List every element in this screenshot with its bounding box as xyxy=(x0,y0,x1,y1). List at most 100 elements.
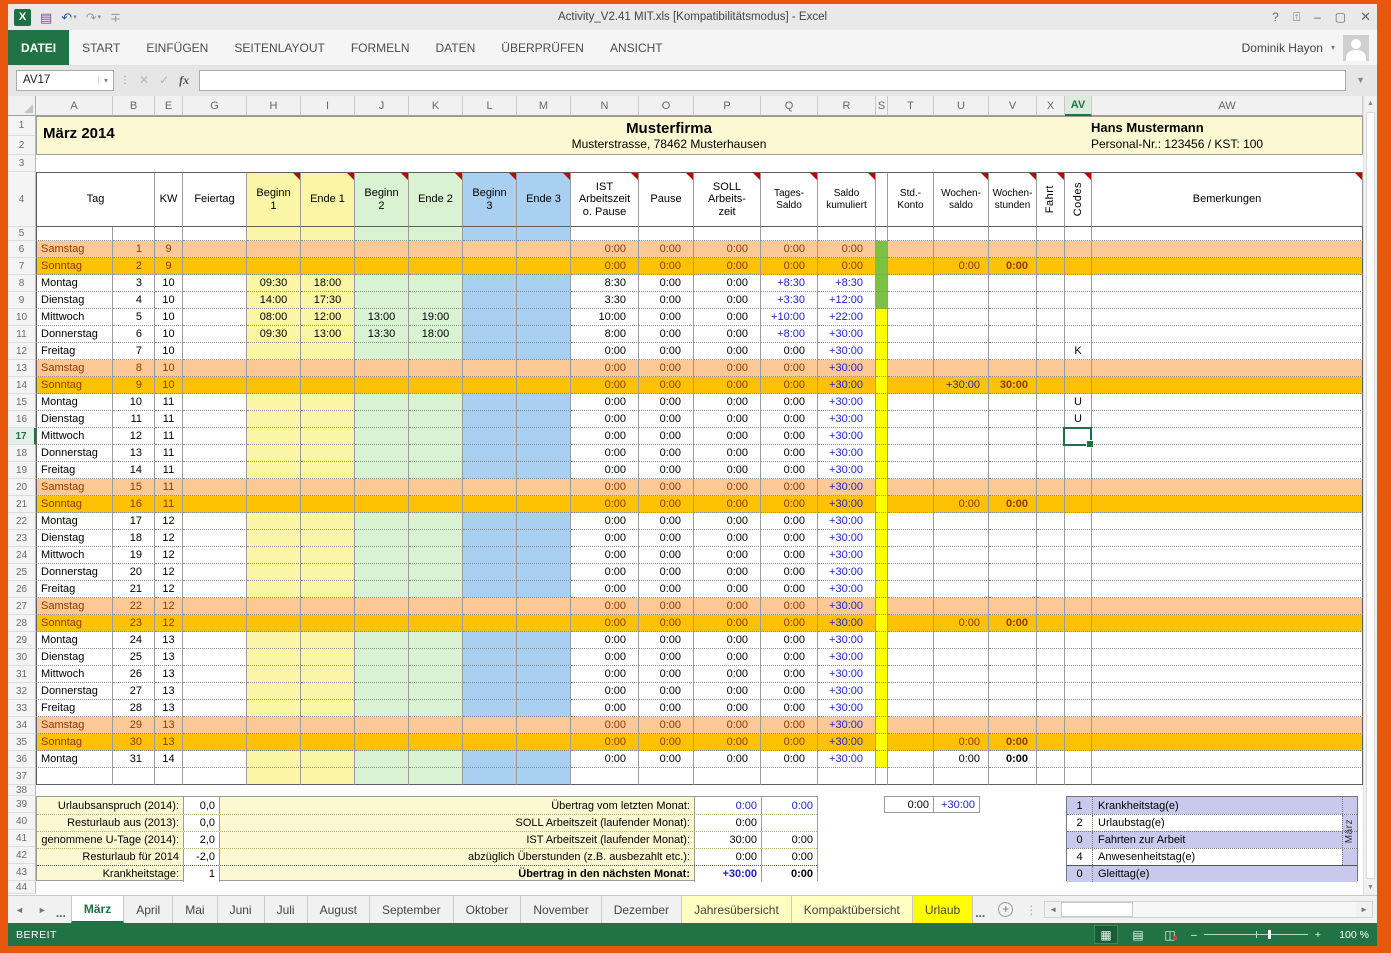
cell-E24[interactable]: 12 xyxy=(155,547,183,564)
cell-AV22[interactable] xyxy=(1065,513,1092,530)
cell-O17[interactable]: 0:00 xyxy=(639,428,694,445)
cell-R32[interactable]: +30:00 xyxy=(818,683,876,700)
cell-X36[interactable] xyxy=(1037,751,1065,768)
cell-B28[interactable]: 23 xyxy=(113,615,155,632)
cell-J11[interactable]: 13:30 xyxy=(355,326,409,343)
cell-P14[interactable]: 0:00 xyxy=(694,377,761,394)
cell-T19[interactable] xyxy=(888,462,934,479)
cell-Q16[interactable]: 0:00 xyxy=(761,411,818,428)
cell-A23[interactable]: Dienstag xyxy=(36,530,113,547)
cell-X26[interactable] xyxy=(1037,581,1065,598)
cell-Q29[interactable]: 0:00 xyxy=(761,632,818,649)
cell-B24[interactable]: 19 xyxy=(113,547,155,564)
cell-AV15[interactable]: U xyxy=(1065,394,1092,411)
cell-M10[interactable] xyxy=(517,309,571,326)
cell-AW20[interactable] xyxy=(1092,479,1363,496)
cell-Q27[interactable]: 0:00 xyxy=(761,598,818,615)
cell-H23[interactable] xyxy=(247,530,301,547)
cell-X14[interactable] xyxy=(1037,377,1065,394)
cell-M21[interactable] xyxy=(517,496,571,513)
cell-Q31[interactable]: 0:00 xyxy=(761,666,818,683)
cell-E21[interactable]: 11 xyxy=(155,496,183,513)
cell-V20[interactable] xyxy=(989,479,1037,496)
column-header-X[interactable]: X xyxy=(1037,96,1065,116)
cell-J5[interactable] xyxy=(355,227,409,241)
cell-A30[interactable]: Dienstag xyxy=(36,649,113,666)
cell-J14[interactable] xyxy=(355,377,409,394)
table-header-codes[interactable]: Codes xyxy=(1065,172,1092,227)
cell-Q35[interactable]: 0:00 xyxy=(761,734,818,751)
cell-Q13[interactable]: 0:00 xyxy=(761,360,818,377)
cell-V27[interactable] xyxy=(989,598,1037,615)
cell-I23[interactable] xyxy=(301,530,355,547)
cell-O10[interactable]: 0:00 xyxy=(639,309,694,326)
cell-U14[interactable]: +30:00 xyxy=(934,377,989,394)
cell-R24[interactable]: +30:00 xyxy=(818,547,876,564)
cell-J23[interactable] xyxy=(355,530,409,547)
cell-N22[interactable]: 0:00 xyxy=(571,513,639,530)
cell-T16[interactable] xyxy=(888,411,934,428)
cell-AV18[interactable] xyxy=(1065,445,1092,462)
cell-Q32[interactable]: 0:00 xyxy=(761,683,818,700)
cell-N15[interactable]: 0:00 xyxy=(571,394,639,411)
cell-G8[interactable] xyxy=(183,275,247,292)
cell-L24[interactable] xyxy=(463,547,517,564)
cell-B25[interactable]: 20 xyxy=(113,564,155,581)
cell-AV6[interactable] xyxy=(1065,241,1092,258)
cell-L17[interactable] xyxy=(463,428,517,445)
ribbon-tab-start[interactable]: START xyxy=(69,30,133,65)
cell-G25[interactable] xyxy=(183,564,247,581)
cell-N7[interactable]: 0:00 xyxy=(571,258,639,275)
cell-AV37[interactable] xyxy=(1065,768,1092,785)
cell-X15[interactable] xyxy=(1037,394,1065,411)
cell-R20[interactable]: +30:00 xyxy=(818,479,876,496)
cell-U37[interactable] xyxy=(934,768,989,785)
formula-input[interactable] xyxy=(199,70,1346,91)
row-header-21[interactable]: 21 xyxy=(8,496,36,513)
summary-label2[interactable]: Übertrag in den nächsten Monat: xyxy=(220,866,694,882)
cell-M27[interactable] xyxy=(517,598,571,615)
cell-M18[interactable] xyxy=(517,445,571,462)
sheet-tab-juli[interactable]: Juli xyxy=(265,896,308,923)
table-header-feiertag[interactable]: Feiertag xyxy=(183,172,247,227)
cell-U5[interactable] xyxy=(934,227,989,241)
cell-J16[interactable] xyxy=(355,411,409,428)
cell-E18[interactable]: 11 xyxy=(155,445,183,462)
cell-J30[interactable] xyxy=(355,649,409,666)
add-sheet-button[interactable]: + xyxy=(998,896,1013,923)
account-area[interactable]: Dominik Hayon ▾ xyxy=(1242,35,1377,61)
table-header-bemerkungen[interactable]: Bemerkungen xyxy=(1092,172,1363,227)
cell-N23[interactable]: 0:00 xyxy=(571,530,639,547)
cell-N28[interactable]: 0:00 xyxy=(571,615,639,632)
cell-H35[interactable] xyxy=(247,734,301,751)
cell-J8[interactable] xyxy=(355,275,409,292)
cell-X37[interactable] xyxy=(1037,768,1065,785)
cell-J13[interactable] xyxy=(355,360,409,377)
cell-Q18[interactable]: 0:00 xyxy=(761,445,818,462)
horizontal-scrollbar[interactable]: ◄► xyxy=(1044,901,1373,918)
cell-O14[interactable]: 0:00 xyxy=(639,377,694,394)
cell-B30[interactable]: 25 xyxy=(113,649,155,666)
cell-Q34[interactable]: 0:00 xyxy=(761,717,818,734)
cell-I16[interactable] xyxy=(301,411,355,428)
cell-N12[interactable]: 0:00 xyxy=(571,343,639,360)
cell-I13[interactable] xyxy=(301,360,355,377)
cell-M28[interactable] xyxy=(517,615,571,632)
cell-G34[interactable] xyxy=(183,717,247,734)
cell-P19[interactable]: 0:00 xyxy=(694,462,761,479)
cell-E7[interactable]: 9 xyxy=(155,258,183,275)
cell-U27[interactable] xyxy=(934,598,989,615)
summary-value[interactable]: -2,0 xyxy=(183,849,220,865)
cell-S25[interactable] xyxy=(876,564,888,581)
cell-O19[interactable]: 0:00 xyxy=(639,462,694,479)
cell-X31[interactable] xyxy=(1037,666,1065,683)
zoom-out-icon[interactable]: – xyxy=(1191,929,1197,941)
cell-B6[interactable]: 1 xyxy=(113,241,155,258)
row-header-37[interactable]: 37 xyxy=(8,768,36,785)
sheet-tab-jahresübersicht[interactable]: Jahresübersicht xyxy=(682,896,792,923)
cell-R10[interactable]: +22:00 xyxy=(818,309,876,326)
cell-E29[interactable]: 13 xyxy=(155,632,183,649)
zoom-slider-thumb[interactable] xyxy=(1268,930,1271,939)
cell-U29[interactable] xyxy=(934,632,989,649)
cell-L21[interactable] xyxy=(463,496,517,513)
